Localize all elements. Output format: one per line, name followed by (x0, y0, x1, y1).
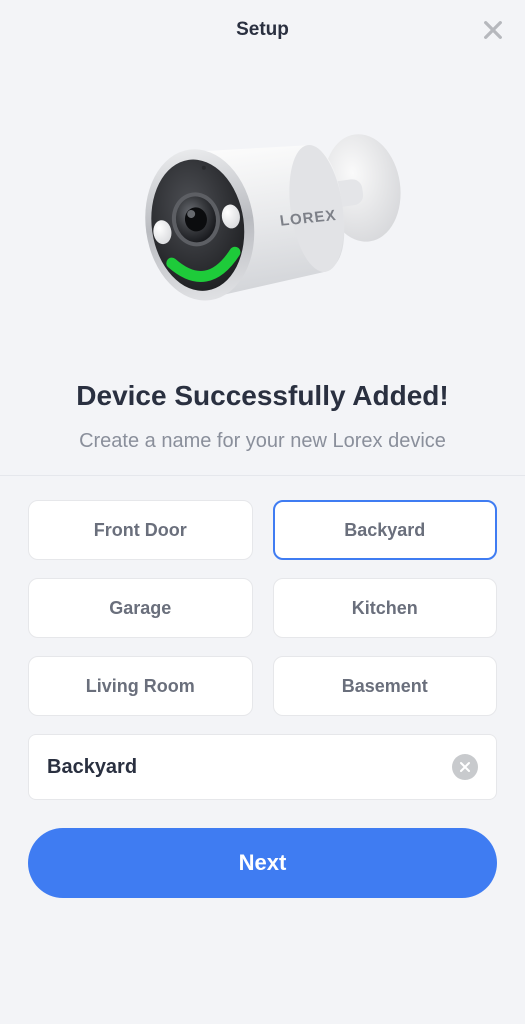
suggestion-label: Backyard (344, 520, 425, 541)
success-title: Device Successfully Added! (20, 380, 505, 412)
close-button[interactable] (477, 14, 509, 46)
suggestion-chip[interactable]: Backyard (273, 500, 498, 560)
suggestion-label: Living Room (86, 676, 195, 697)
suggestion-chip[interactable]: Kitchen (273, 578, 498, 638)
page-title: Setup (236, 19, 289, 41)
suggestion-label: Kitchen (352, 598, 418, 619)
close-icon (482, 19, 504, 41)
suggestion-chip[interactable]: Basement (273, 656, 498, 716)
device-name-input[interactable] (47, 756, 452, 779)
messages: Device Successfully Added! Create a name… (0, 380, 525, 453)
setup-screen: Setup (0, 0, 525, 1024)
header-bar: Setup (0, 0, 525, 60)
suggestion-chip[interactable]: Living Room (28, 656, 253, 716)
suggestion-label: Basement (342, 676, 428, 697)
suggestion-chip[interactable]: Garage (28, 578, 253, 638)
success-subtitle: Create a name for your new Lorex device (20, 430, 505, 453)
camera-illustration: LOREX (103, 100, 423, 330)
suggestion-grid: Front Door Backyard Garage Kitchen Living Ro… (28, 500, 497, 716)
clear-name-button[interactable] (452, 754, 478, 780)
clear-icon (459, 761, 471, 773)
next-button[interactable]: Next (28, 828, 497, 898)
suggestion-chip[interactable]: Front Door (28, 500, 253, 560)
naming-panel: Front Door Backyard Garage Kitchen Living Ro… (0, 475, 525, 908)
device-image-area: LOREX (0, 60, 525, 380)
name-field[interactable] (28, 734, 497, 800)
suggestion-label: Front Door (94, 520, 187, 541)
suggestion-label: Garage (109, 598, 171, 619)
